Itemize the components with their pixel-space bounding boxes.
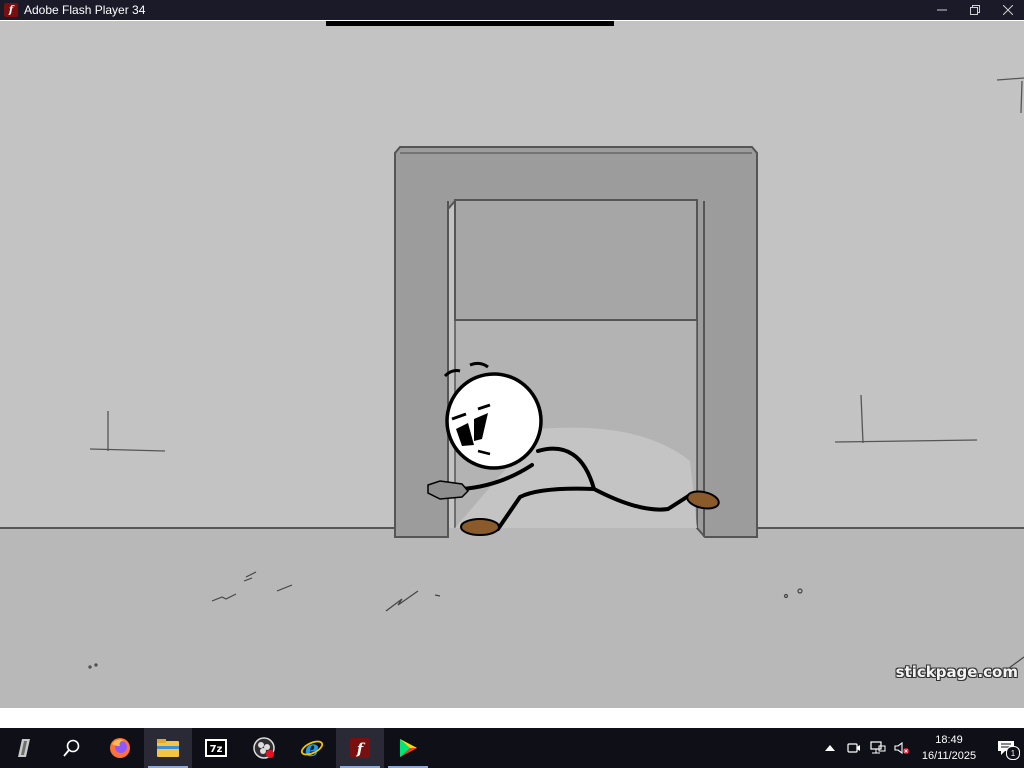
search-button[interactable] (48, 728, 96, 768)
network-button[interactable] (866, 728, 890, 768)
volume-muted-icon (894, 741, 909, 755)
taskbar-7zip[interactable]: 7z (192, 728, 240, 768)
internet-explorer-icon: e (300, 736, 324, 760)
stickpage-watermark: stickpage.com (895, 663, 1018, 681)
minimize-icon (936, 9, 947, 11)
start-icon (18, 739, 30, 757)
meet-now-icon (847, 743, 860, 753)
notification-badge: 1 (1006, 746, 1020, 760)
close-icon (1002, 5, 1013, 15)
flash-player-icon: f (4, 3, 18, 17)
flash-stage[interactable]: stickpage.com (0, 21, 1024, 708)
window-title: Adobe Flash Player 34 (24, 3, 146, 17)
firefox-icon (110, 738, 130, 758)
obs-icon (253, 737, 275, 759)
meet-now-button[interactable] (842, 728, 866, 768)
7zip-icon: 7z (205, 739, 227, 757)
flash-player-icon: f (350, 738, 370, 758)
taskbar-clock[interactable]: 18:49 16/11/2025 (918, 732, 980, 764)
taskbar-file-explorer[interactable] (144, 728, 192, 768)
taskbar-flash-player[interactable]: f (336, 728, 384, 768)
play-store-icon (400, 739, 417, 757)
taskbar-internet-explorer[interactable]: e (288, 728, 336, 768)
show-hidden-icons-chevron-icon (825, 745, 835, 751)
svg-text:7z: 7z (210, 744, 223, 755)
system-tray: 18:49 16/11/2025 1 (818, 728, 1024, 768)
volume-button[interactable] (890, 728, 914, 768)
file-explorer-icon (157, 739, 179, 757)
stage-bottom-border (0, 708, 1024, 728)
clock-date: 16/11/2025 (921, 750, 977, 762)
show-hidden-icons-button[interactable] (818, 728, 842, 768)
search-icon (63, 739, 80, 757)
taskbar-firefox[interactable] (96, 728, 144, 768)
restore-icon (969, 5, 980, 15)
game-scene (0, 21, 1024, 708)
taskbar-obs[interactable] (240, 728, 288, 768)
restore-button[interactable] (958, 0, 991, 20)
window-titlebar[interactable]: f Adobe Flash Player 34 (0, 0, 1024, 20)
taskbar: 7z e f 18:49 16/11/2025 1 (0, 728, 1024, 768)
taskbar-play-store[interactable] (384, 728, 432, 768)
start-button[interactable] (0, 728, 48, 768)
floor (0, 528, 1024, 708)
network-icon (870, 741, 886, 754)
action-center-button[interactable]: 1 (988, 728, 1024, 768)
clock-time: 18:49 (935, 734, 963, 746)
svg-text:e: e (305, 736, 319, 760)
minimize-button[interactable] (925, 0, 958, 20)
close-button[interactable] (991, 0, 1024, 20)
